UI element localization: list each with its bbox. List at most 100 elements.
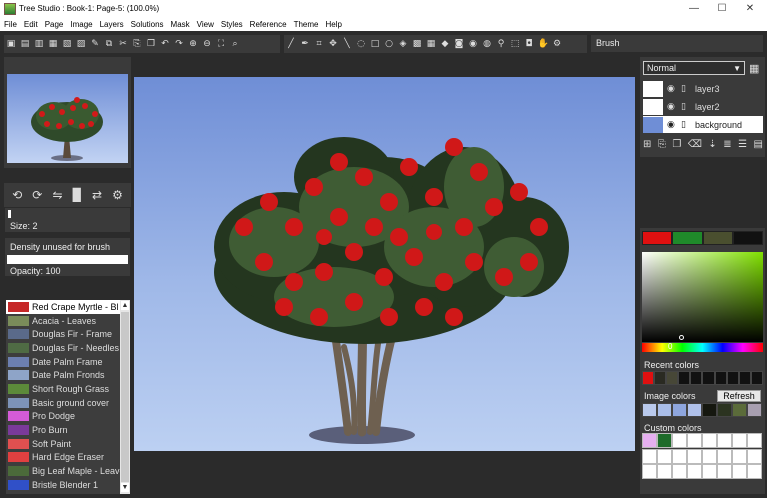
layer-properties-icon[interactable]: ▤ [754,139,763,150]
image-color-swatch[interactable] [642,403,657,417]
recent-color-swatch[interactable] [666,371,679,385]
brush-list-item[interactable]: Soft Paint [6,437,130,451]
scroll-down-icon[interactable]: ▼ [121,483,129,492]
menu-view[interactable]: View [197,20,214,29]
image-color-swatch[interactable] [687,403,702,417]
custom-color-cell[interactable] [702,464,717,479]
brush-list-item[interactable]: Short Rough Grass [6,382,130,396]
crop-icon[interactable]: ⌗ [314,39,325,50]
navigator-thumbnail[interactable] [7,74,128,163]
wand-icon[interactable]: ⚲ [496,39,507,50]
recent-color-swatch[interactable] [654,371,667,385]
color-swatch[interactable] [672,231,703,245]
size-slider[interactable] [8,210,11,218]
picker-cursor[interactable] [679,335,684,340]
eye-icon[interactable]: ◉ [667,120,678,130]
custom-color-cell[interactable] [672,448,687,464]
brush-list-item[interactable]: Bristle Blender 1 [6,478,130,492]
stamp-icon[interactable]: ◆ [440,39,451,50]
menu-help[interactable]: Help [326,20,342,29]
brush-list-item[interactable]: Basic ground cover [6,396,130,410]
custom-color-cell[interactable] [747,433,762,448]
paste-icon[interactable]: ⎘ [132,39,143,50]
custom-color-cell[interactable] [642,448,657,464]
custom-color-cell[interactable] [687,464,702,479]
recent-color-swatch[interactable] [750,371,763,385]
color-swatch[interactable] [732,231,763,245]
image-color-swatch[interactable] [717,403,732,417]
menu-styles[interactable]: Styles [221,20,243,29]
fill-icon[interactable]: ◈ [398,39,409,50]
zoom-icon[interactable]: ⌕ [230,39,241,50]
delete-layer-icon[interactable]: ⌫ [688,139,702,150]
brush-tool-icon[interactable]: ✎ [90,39,101,50]
custom-color-cell[interactable] [657,433,672,448]
custom-color-cell[interactable] [687,433,702,448]
custom-color-cell[interactable] [732,464,747,479]
flip-horizontal-icon[interactable]: ⇄ [92,188,102,202]
image-color-swatch[interactable] [732,403,747,417]
burn-icon[interactable]: ◉ [468,39,479,50]
color-swatch[interactable] [642,231,673,245]
brush-list-item[interactable]: Douglas Fir - Needles [6,341,130,355]
dodge-icon[interactable]: ◍ [482,39,493,50]
duplicate-layer-icon[interactable]: ❐ [672,139,681,150]
layer-up-icon[interactable]: ≣ [723,139,731,150]
fit-icon[interactable]: ⛶ [216,39,227,50]
custom-color-cell[interactable] [732,448,747,464]
menu-mask[interactable]: Mask [171,20,190,29]
refresh-button[interactable]: Refresh [717,390,761,402]
menu-page[interactable]: Page [45,20,64,29]
custom-color-cell[interactable] [702,448,717,464]
lock-icon[interactable]: ▯ [681,102,692,112]
menu-reference[interactable]: Reference [250,20,287,29]
brush-icon[interactable]: ╱ [286,39,297,50]
settings-icon[interactable]: ⚙ [552,39,563,50]
image-color-swatch[interactable] [747,403,762,417]
brush-list-item[interactable]: Date Palm Fronds [6,368,130,382]
image-color-swatch[interactable] [702,403,717,417]
add-layer-icon[interactable]: ⊞ [643,139,651,150]
save-icon[interactable]: ▣ [6,39,17,50]
hue-slider[interactable]: 0 [642,342,763,352]
custom-color-cell[interactable] [672,464,687,479]
gradient-icon[interactable]: ▩ [412,39,423,50]
brush-list-scrollbar[interactable]: ▲ ▼ [120,300,130,494]
rectangle-icon[interactable]: □ [370,39,381,50]
duplicate-icon[interactable]: ❐ [146,39,157,50]
layer-row-layer2[interactable]: ◉ ▯ layer2 [643,98,763,115]
custom-color-cell[interactable] [747,464,762,479]
maximize-button[interactable]: ☐ [708,0,736,17]
custom-color-cell[interactable] [747,448,762,464]
grid-icon[interactable]: ▦ [749,62,759,75]
blend-mode-select[interactable]: Normal ▼ [643,61,745,75]
recent-color-swatch[interactable] [726,371,739,385]
layer-row-background[interactable]: ◉ ▯ background [643,116,763,133]
brush-list-item[interactable]: Hard Edge Eraser [6,451,130,465]
custom-color-cell[interactable] [717,433,732,448]
brush-list-item[interactable]: Acacia - Leaves [6,314,130,328]
cut-icon[interactable]: ✂ [118,39,129,50]
smudge-icon[interactable]: ◙ [454,39,465,50]
export-icon[interactable]: ▦ [48,39,59,50]
menu-solutions[interactable]: Solutions [131,20,164,29]
lock-icon[interactable]: ▯ [681,84,692,94]
open-icon[interactable]: ▥ [34,39,45,50]
menu-edit[interactable]: Edit [24,20,38,29]
flip-icon[interactable]: ⇋ [52,188,62,202]
eye-icon[interactable]: ◉ [667,84,678,94]
recent-color-swatch[interactable] [738,371,751,385]
menu-layers[interactable]: Layers [100,20,124,29]
settings-icon[interactable]: ⚙ [112,188,123,202]
brush-list-item[interactable]: Red Crape Myrtle - Bl [6,300,130,314]
move-icon[interactable]: ✥ [328,39,339,50]
color-swatch[interactable] [702,231,733,245]
custom-color-cell[interactable] [657,448,672,464]
menu-file[interactable]: File [4,20,17,29]
lock-icon[interactable]: ▯ [681,120,692,130]
ellipse-icon[interactable]: ○ [384,39,395,50]
custom-color-cell[interactable] [732,433,747,448]
page-icon[interactable]: ▉ [73,188,82,202]
custom-color-cell[interactable] [642,464,657,479]
custom-color-cell[interactable] [672,433,687,448]
